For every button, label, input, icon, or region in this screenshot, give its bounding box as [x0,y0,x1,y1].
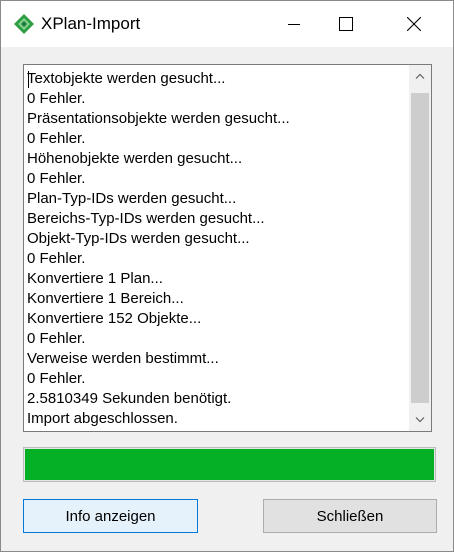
close-icon [407,17,421,31]
close-window-button[interactable] [391,1,437,47]
log-line: 0 Fehler. [27,370,86,387]
log-line: Import abgeschlossen. [27,410,178,427]
log-line: Konvertiere 1 Bereich... [27,290,184,307]
info-anzeigen-button[interactable]: Info anzeigen [23,499,198,533]
log-line: 0 Fehler. [27,330,86,347]
progress-bar-fill [25,449,434,480]
chevron-up-icon [415,73,425,79]
scroll-up-button[interactable] [409,65,431,87]
log-line: Textobjekte werden gesucht... [27,70,226,87]
scroll-down-button[interactable] [409,409,431,431]
log-line: 0 Fehler. [27,170,86,187]
window-title: XPlan-Import [41,14,141,33]
title-bar[interactable]: XPlan-Import [1,1,453,47]
progress-bar [23,447,436,482]
log-line: Plan-Typ-IDs werden gesucht... [27,190,237,207]
log-line: Höhenobjekte werden gesucht... [27,150,243,167]
maximize-icon [339,17,353,31]
log-line: Präsentationsobjekte werden gesucht... [27,110,290,127]
minimize-icon [288,24,300,25]
log-line: 2.5810349 Sekunden benötigt. [27,390,232,407]
text-caret [28,71,29,88]
maximize-button[interactable] [323,1,369,47]
vertical-scrollbar[interactable] [409,65,431,431]
log-content: Textobjekte werden gesucht... 0 Fehler. … [27,69,407,429]
log-line: Bereichs-Typ-IDs werden gesucht... [27,210,265,227]
minimize-button[interactable] [271,1,317,47]
chevron-down-icon [415,417,425,423]
schliessen-button[interactable]: Schließen [263,499,437,533]
log-line: Verweise werden bestimmt... [27,350,219,367]
scrollbar-thumb[interactable] [411,93,429,403]
log-line: Objekt-Typ-IDs werden gesucht... [27,230,250,247]
log-line: Konvertiere 152 Objekte... [27,310,202,327]
log-line: 0 Fehler. [27,250,86,267]
log-textarea[interactable]: Textobjekte werden gesucht... 0 Fehler. … [23,64,432,432]
log-line: 0 Fehler. [27,130,86,147]
green-diamond-icon [13,13,35,35]
import-window: XPlan-Import Textobjekte werden gesucht.… [0,0,454,552]
log-line: 0 Fehler. [27,90,86,107]
log-line: Konvertiere 1 Plan... [27,270,163,287]
